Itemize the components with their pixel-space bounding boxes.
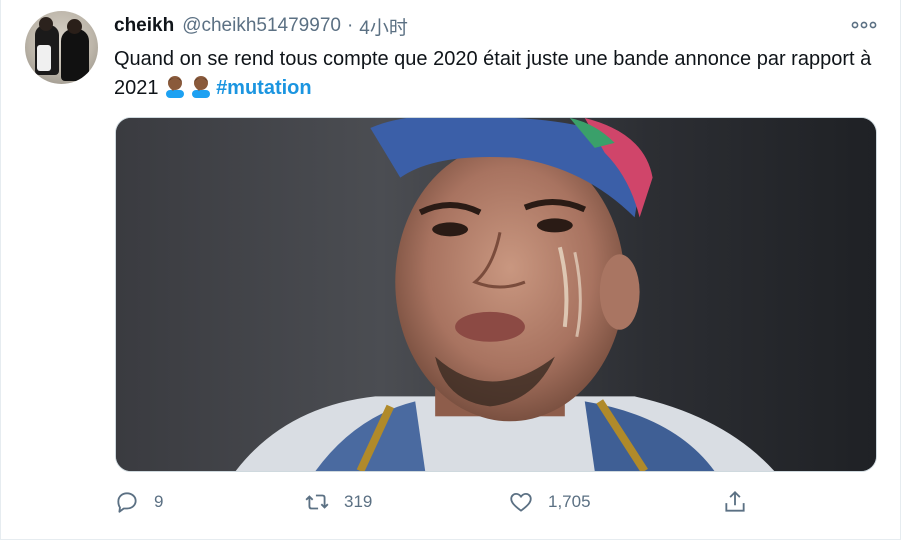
hashtag-link[interactable]: #mutation xyxy=(216,77,312,99)
man-facepalming-emoji xyxy=(192,76,211,98)
header-separator: · xyxy=(346,15,354,36)
author-handle[interactable]: @cheikh51479970 xyxy=(182,15,341,37)
man-facepalming-emoji xyxy=(166,76,185,98)
avatar-head-right xyxy=(67,19,82,34)
avatar-person-right xyxy=(61,29,89,81)
share-button[interactable] xyxy=(722,484,748,520)
retweet-button[interactable]: 319 xyxy=(304,484,372,520)
crying-man-image xyxy=(116,118,876,471)
share-icon xyxy=(725,490,745,512)
tweet-header: cheikh @cheikh51479970 · 4小时 xyxy=(114,13,408,40)
reply-icon xyxy=(117,492,137,513)
more-options-icon[interactable] xyxy=(847,14,881,36)
avatar-head-left xyxy=(39,17,53,31)
like-count: 1,705 xyxy=(548,492,591,511)
heart-icon xyxy=(510,492,532,512)
reply-button[interactable]: 9 xyxy=(114,484,163,520)
like-button[interactable]: 1,705 xyxy=(508,484,591,520)
avatar[interactable] xyxy=(25,11,98,84)
timestamp-link[interactable]: 4小时 xyxy=(359,13,408,40)
tweet-image[interactable] xyxy=(115,117,877,472)
retweet-count: 319 xyxy=(344,492,373,511)
retweet-icon xyxy=(305,494,329,510)
author-name[interactable]: cheikh xyxy=(114,15,174,37)
tweet-actions: 9 319 1,705 xyxy=(114,484,764,520)
avatar-shirt xyxy=(37,45,51,71)
reply-count: 9 xyxy=(154,492,164,511)
tweet-card[interactable]: cheikh @cheikh51479970 · 4小时 Quand on se… xyxy=(0,0,901,540)
tweet-text: Quand on se rend tous compte que 2020 ét… xyxy=(114,45,884,103)
